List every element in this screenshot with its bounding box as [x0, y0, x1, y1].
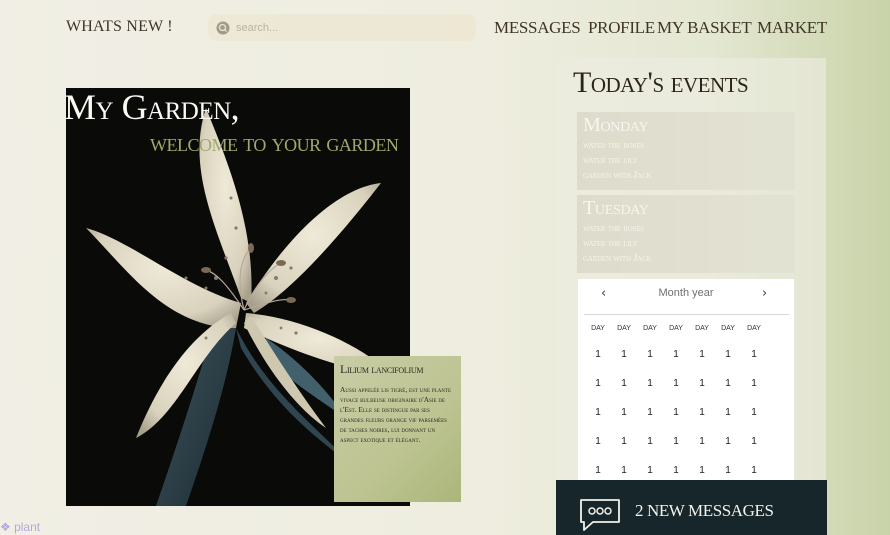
calendar-day-cell[interactable]: 1 [614, 407, 634, 418]
calendar-day-cell[interactable]: 1 [718, 349, 738, 360]
nav-profile[interactable]: PROFILE [588, 18, 655, 38]
calendar-day-cell[interactable]: 1 [744, 436, 764, 447]
plant-info-title: Lilium lancifolium [340, 362, 424, 376]
calendar-day-cell[interactable]: 1 [588, 465, 608, 476]
plant-label: ❖ plant [0, 520, 40, 534]
calendar-day-header: DAY [721, 325, 735, 332]
calendar-day-cell[interactable]: 1 [692, 465, 712, 476]
event-task: garden with Jack [583, 170, 652, 181]
component-icon: ❖ [0, 520, 15, 534]
plant-info-card[interactable]: Lilium lancifolium Aussi appelée lis tig… [334, 356, 461, 502]
search-bar[interactable] [208, 14, 476, 41]
calendar-day-cell[interactable]: 1 [692, 349, 712, 360]
calendar-day-cell[interactable]: 1 [744, 407, 764, 418]
calendar-day-cell[interactable]: 1 [640, 465, 660, 476]
page-title: My Garden, [64, 87, 240, 127]
calendar-day-cell[interactable]: 1 [666, 378, 686, 389]
calendar-day-cell[interactable]: 1 [718, 407, 738, 418]
event-task: water the roses [583, 140, 644, 151]
nav-market[interactable]: MARKET [757, 18, 827, 38]
calendar-day-header: DAY [591, 325, 605, 332]
calendar-day-cell[interactable]: 1 [588, 349, 608, 360]
calendar-day-cell[interactable]: 1 [744, 465, 764, 476]
calendar-day-cell[interactable]: 1 [640, 378, 660, 389]
calendar-day-cell[interactable]: 1 [718, 436, 738, 447]
calendar-day-cell[interactable]: 1 [588, 407, 608, 418]
calendar-day-header: DAY [747, 325, 761, 332]
search-icon [216, 21, 230, 34]
search-input[interactable] [236, 21, 456, 34]
plant-label-text: plant [14, 520, 41, 534]
calendar-day-cell[interactable]: 1 [718, 465, 738, 476]
calendar-widget: ‹ Month year › DAY DAY DAY DAY DAY DAY DAY 1 1 1 1… [578, 279, 794, 499]
calendar-day-cell[interactable]: 1 [640, 349, 660, 360]
event-task: water the roses [583, 223, 644, 234]
calendar-day-cell[interactable]: 1 [692, 407, 712, 418]
event-day-name: Tuesday [583, 197, 649, 219]
event-day-tuesday[interactable]: Tuesday water the roses water the lily g… [577, 195, 795, 273]
calendar-day-header: DAY [617, 325, 631, 332]
calendar-day-cell[interactable]: 1 [692, 378, 712, 389]
calendar-day-cell[interactable]: 1 [692, 436, 712, 447]
plant-info-description: Aussi appelée lis tigré, est une plante … [340, 385, 452, 444]
new-messages-label: 2 NEW MESSAGES [635, 501, 774, 520]
nav-messages[interactable]: MESSAGES [494, 18, 581, 38]
calendar-day-cell[interactable]: 1 [588, 436, 608, 447]
calendar-day-header: DAY [669, 325, 683, 332]
event-day-name: Monday [583, 114, 649, 136]
calendar-day-header: DAY [695, 325, 709, 332]
calendar-divider [584, 314, 789, 315]
calendar-day-cell[interactable]: 1 [614, 465, 634, 476]
calendar-day-cell[interactable]: 1 [718, 378, 738, 389]
brand-title[interactable]: WHATS NEW ! [66, 18, 173, 36]
new-messages-button[interactable]: 2 NEW MESSAGES [556, 480, 827, 535]
calendar-day-cell[interactable]: 1 [666, 349, 686, 360]
calendar-day-cell[interactable]: 1 [744, 349, 764, 360]
chevron-right-icon[interactable]: › [762, 286, 767, 301]
calendar-day-cell[interactable]: 1 [640, 436, 660, 447]
calendar-day-cell[interactable]: 1 [666, 407, 686, 418]
calendar-day-cell[interactable]: 1 [666, 436, 686, 447]
chat-bubble-icon [580, 499, 620, 531]
calendar-day-cell[interactable]: 1 [640, 407, 660, 418]
events-title: Today's events [573, 66, 749, 99]
calendar-day-cell[interactable]: 1 [588, 378, 608, 389]
event-task: water the lily [583, 238, 638, 249]
event-task: garden with Jack [583, 253, 652, 264]
calendar-day-header: DAY [643, 325, 657, 332]
calendar-day-cell[interactable]: 1 [614, 378, 634, 389]
calendar-day-cell[interactable]: 1 [666, 465, 686, 476]
calendar-day-cell[interactable]: 1 [744, 378, 764, 389]
page-subtitle: welcome to your garden [150, 130, 399, 157]
event-task: water the lily [583, 155, 638, 166]
nav-my-basket[interactable]: MY BASKET [657, 18, 752, 38]
event-day-monday[interactable]: Monday water the roses water the lily ga… [577, 112, 795, 190]
calendar-day-cell[interactable]: 1 [614, 349, 634, 360]
calendar-day-cell[interactable]: 1 [614, 436, 634, 447]
